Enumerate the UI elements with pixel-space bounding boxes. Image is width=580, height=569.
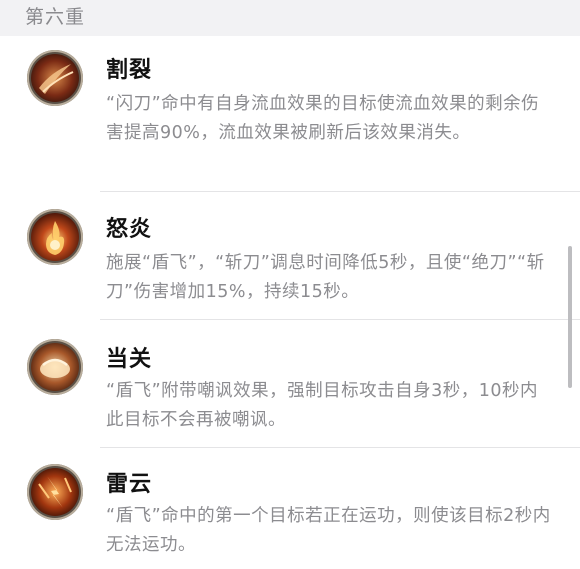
- lightning-skill-icon: [27, 464, 83, 520]
- skill-description: “盾飞”命中的第一个目标若正在运功，则使该目标2秒内无法运功。: [106, 506, 551, 555]
- scrollbar[interactable]: [568, 246, 572, 388]
- section-title: 第六重: [25, 6, 86, 28]
- list-item[interactable]: 怒炎 施展“盾飞”，“斩刀”调息时间降低5秒，且使“绝刀”“斩刀”伤害增加15%…: [0, 192, 580, 319]
- skill-title: 怒炎: [106, 217, 153, 242]
- skill-title: 雷云: [106, 472, 153, 497]
- skill-description: “盾飞”附带嘲讽效果，强制目标攻击自身3秒，10秒内此目标不会再被嘲讽。: [106, 381, 539, 430]
- list-item[interactable]: 当关 “盾飞”附带嘲讽效果，强制目标攻击自身3秒，10秒内此目标不会再被嘲讽。: [0, 320, 580, 447]
- list-item[interactable]: 雷云 “盾飞”命中的第一个目标若正在运功，则使该目标2秒内无法运功。: [0, 448, 580, 569]
- skill-title: 当关: [106, 347, 153, 372]
- shield-skill-icon: [27, 339, 83, 395]
- skill-description: 施展“盾飞”，“斩刀”调息时间降低5秒，且使“绝刀”“斩刀”伤害增加15%，持续…: [106, 253, 545, 302]
- list-item[interactable]: 割裂 “闪刀”命中有自身流血效果的目标使流血效果的剩余伤害提高90%，流血效果被…: [0, 36, 580, 191]
- skill-description: “闪刀”命中有自身流血效果的目标使流血效果的剩余伤害提高90%，流血效果被刷新后…: [106, 94, 540, 143]
- flame-skill-icon: [27, 209, 83, 265]
- slash-skill-icon: [27, 50, 83, 106]
- section-header: 第六重: [0, 0, 580, 36]
- skill-title: 割裂: [106, 58, 153, 83]
